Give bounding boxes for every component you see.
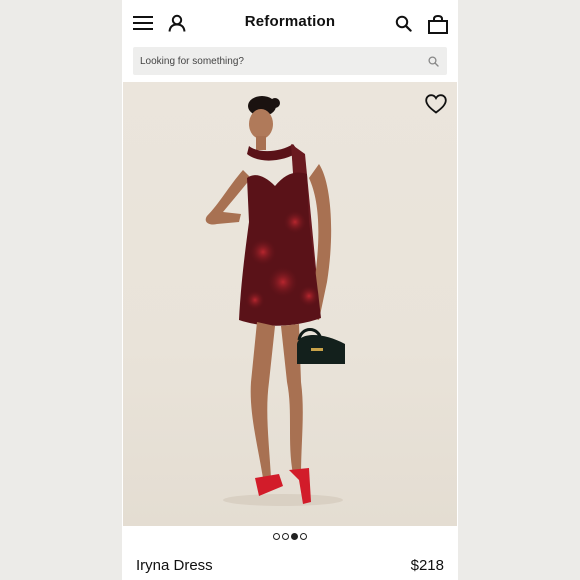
shopping-bag-icon[interactable] xyxy=(426,12,450,36)
left-leg xyxy=(250,322,275,478)
pagination-dot-2[interactable] xyxy=(282,533,289,540)
search-input[interactable] xyxy=(140,55,427,67)
search-small-icon[interactable] xyxy=(427,55,439,67)
model-photo xyxy=(205,96,345,506)
search-icon[interactable] xyxy=(392,12,414,34)
face xyxy=(249,109,273,139)
left-arm xyxy=(205,170,251,225)
product-name[interactable]: Iryna Dress xyxy=(136,557,213,574)
heart-icon[interactable] xyxy=(423,92,449,116)
hamburger-menu-icon[interactable] xyxy=(132,12,154,34)
search-bar xyxy=(133,47,447,75)
product-page: Reformation Looking for something? Iryna… xyxy=(122,0,458,580)
image-pagination xyxy=(122,533,458,540)
sandal-left xyxy=(255,474,283,496)
pagination-dot-3[interactable] xyxy=(291,533,298,540)
top-nav-bar: Reformation xyxy=(122,0,458,46)
pagination-dot-1[interactable] xyxy=(273,533,280,540)
pagination-dot-4[interactable] xyxy=(300,533,307,540)
user-icon[interactable] xyxy=(166,12,188,34)
product-image[interactable] xyxy=(123,82,457,526)
product-price: $218 xyxy=(410,557,444,574)
floor-shadow xyxy=(223,494,343,506)
